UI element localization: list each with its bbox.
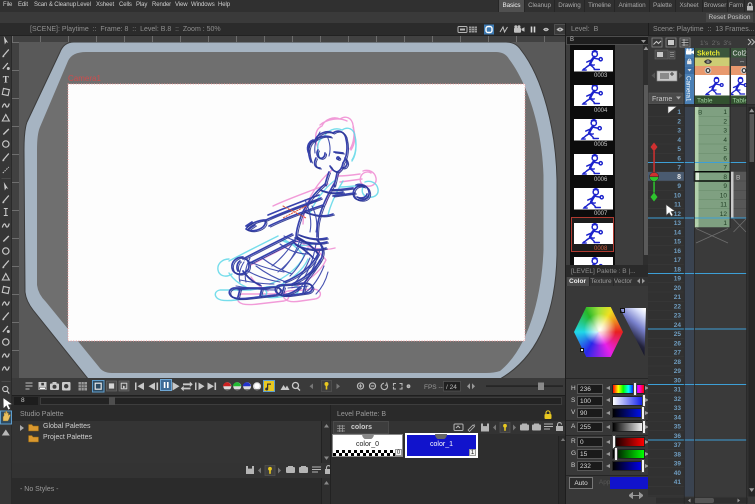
svg-text:26: 26 (674, 340, 682, 347)
svg-text:/ 24: / 24 (446, 384, 457, 391)
svg-text:6: 6 (723, 155, 727, 162)
svg-text:T: T (3, 75, 9, 85)
svg-text:1: 1 (723, 109, 727, 116)
svg-text:8: 8 (677, 174, 681, 181)
svg-text:20: 20 (674, 285, 682, 292)
svg-text:29: 29 (674, 368, 682, 375)
svg-text:Col2: Col2 (733, 51, 748, 58)
svg-text:1: 1 (677, 109, 681, 116)
svg-text:5: 5 (723, 146, 727, 153)
svg-text:6: 6 (677, 155, 681, 162)
svg-text:7: 7 (723, 165, 727, 172)
svg-text:4: 4 (677, 137, 681, 144)
svg-text:5: 5 (677, 146, 681, 153)
svg-text:Sketch: Sketch (697, 51, 720, 58)
svg-text:33: 33 (674, 405, 682, 412)
svg-text:34: 34 (674, 414, 682, 421)
svg-text:38: 38 (674, 451, 682, 458)
svg-text:25: 25 (674, 331, 682, 338)
svg-text:23: 23 (674, 313, 682, 320)
svg-text:Camera1: Camera1 (68, 74, 101, 83)
svg-text:13: 13 (674, 220, 682, 227)
svg-text:28: 28 (674, 359, 682, 366)
svg-text:8: 8 (723, 174, 727, 181)
svg-text:FPS ---: FPS --- (424, 384, 445, 391)
svg-text:1: 1 (723, 220, 727, 227)
svg-text:Frame: Frame (652, 96, 672, 103)
svg-text:4: 4 (723, 137, 727, 144)
svg-text:B: B (698, 110, 702, 117)
svg-text:16: 16 (674, 248, 682, 255)
svg-text:1's 2's 3's: 1's 2's 3's (700, 40, 732, 47)
svg-text:30: 30 (674, 377, 682, 384)
svg-text:11: 11 (674, 202, 681, 209)
svg-text:7: 7 (677, 165, 681, 172)
svg-text:11: 11 (720, 202, 727, 209)
svg-text:19: 19 (674, 276, 682, 283)
svg-text:3: 3 (677, 128, 681, 135)
svg-text:15: 15 (674, 239, 682, 246)
svg-text:36: 36 (674, 433, 682, 440)
svg-text:31: 31 (674, 387, 682, 394)
svg-text:17: 17 (674, 257, 682, 264)
svg-text:10: 10 (674, 192, 682, 199)
svg-text:12: 12 (720, 211, 728, 218)
svg-text:2: 2 (723, 118, 727, 125)
svg-text:22: 22 (674, 303, 682, 310)
svg-text:24: 24 (674, 322, 682, 329)
svg-text:9: 9 (723, 183, 727, 190)
svg-text:3: 3 (723, 128, 727, 135)
svg-text:40: 40 (674, 470, 682, 477)
svg-text:Table: Table (733, 98, 749, 105)
svg-text:12: 12 (674, 211, 682, 218)
svg-text:41: 41 (674, 479, 682, 486)
svg-text:9: 9 (677, 183, 681, 190)
svg-text:21: 21 (674, 294, 682, 301)
svg-text:Camera1: Camera1 (684, 76, 691, 102)
svg-text:27: 27 (674, 350, 682, 357)
svg-text:35: 35 (674, 424, 682, 431)
svg-text:32: 32 (674, 396, 682, 403)
svg-text:B: B (736, 175, 740, 182)
svg-text:18: 18 (674, 266, 682, 273)
svg-text:37: 37 (674, 442, 682, 449)
svg-text:2: 2 (677, 118, 681, 125)
svg-text:14: 14 (674, 229, 682, 236)
svg-text:39: 39 (674, 461, 682, 468)
svg-text:10: 10 (720, 192, 728, 199)
svg-text:Table: Table (697, 98, 713, 105)
